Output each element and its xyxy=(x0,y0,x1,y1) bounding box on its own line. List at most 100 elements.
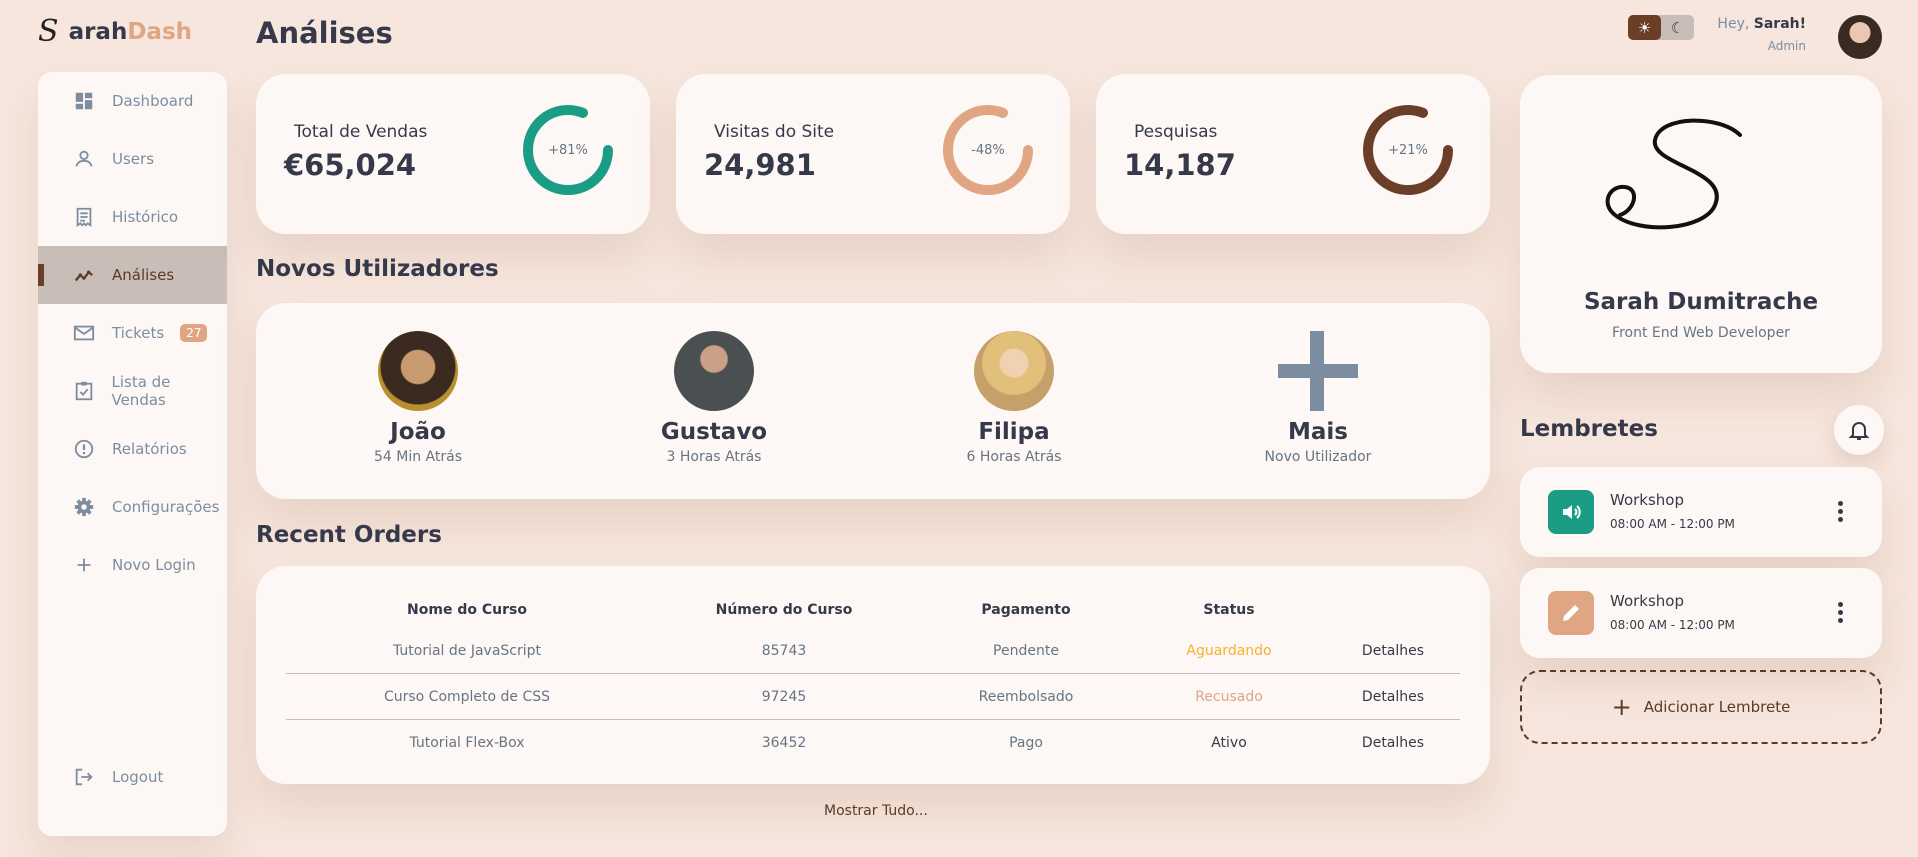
inventory-icon xyxy=(72,379,95,403)
dashboard-icon xyxy=(72,89,96,113)
reminder-item[interactable]: Workshop 08:00 AM - 12:00 PM xyxy=(1520,467,1882,557)
sidebar-item-label: Dashboard xyxy=(112,92,194,110)
sidebar-item-label: Análises xyxy=(112,266,175,284)
show-all-link[interactable]: Mostrar Tudo... xyxy=(824,803,928,819)
reminder-title: Workshop xyxy=(1610,592,1685,610)
reminder-title: Workshop xyxy=(1610,491,1685,509)
more-vert-icon[interactable] xyxy=(1838,501,1844,525)
status-badge: Recusado xyxy=(1132,674,1326,720)
payment-status: Pago xyxy=(1009,735,1043,751)
new-user-filipa[interactable]: Filipa 6 Horas Atrás xyxy=(914,331,1114,465)
reminder-item[interactable]: Workshop 08:00 AM - 12:00 PM xyxy=(1520,568,1882,658)
new-user-joao[interactable]: João 54 Min Atrás xyxy=(318,331,518,465)
receipt-icon xyxy=(72,205,96,229)
logout-label: Logout xyxy=(112,768,164,786)
signature-logo xyxy=(1605,118,1742,230)
user-time: 54 Min Atrás xyxy=(373,449,462,465)
sun-icon[interactable]: ☀ xyxy=(1628,15,1661,40)
stat-percent: +21% xyxy=(1388,142,1428,158)
sidebar-item-label: Relatórios xyxy=(112,440,187,458)
profile-card: Sarah Dumitrache Front End Web Developer xyxy=(1520,75,1882,373)
sidebar-item-label: Tickets xyxy=(112,324,165,342)
table-row: Tutorial Flex-Box 36452 Pago Ativo Detal… xyxy=(286,720,1460,766)
user-role: Admin xyxy=(1767,39,1806,53)
recent-orders-card: Nome do Curso Número do Curso Pagamento … xyxy=(256,566,1490,784)
page-title: Análises xyxy=(256,16,393,50)
column-header xyxy=(1326,592,1460,628)
more-label: Mais xyxy=(1288,419,1348,445)
greeting: Hey, Sarah! xyxy=(1717,16,1806,32)
details-link[interactable]: Detalhes xyxy=(1326,628,1460,674)
logo-text: arahDash xyxy=(68,18,193,45)
sidebar-item-tickets[interactable]: Tickets 27 xyxy=(38,304,227,362)
tickets-count-badge: 27 xyxy=(180,324,208,342)
insights-icon xyxy=(72,263,96,287)
stat-label: Visitas do Site xyxy=(714,122,835,142)
add-reminder-label: Adicionar Lembrete xyxy=(1643,698,1791,716)
stat-value: 14,187 xyxy=(1124,148,1236,182)
user-name: Gustavo xyxy=(660,419,768,445)
column-header: Status xyxy=(1203,602,1255,618)
course-number: 85743 xyxy=(648,628,920,674)
orders-table: Nome do Curso Número do Curso Pagamento … xyxy=(286,592,1460,766)
stat-value: 24,981 xyxy=(704,148,816,182)
moon-icon[interactable]: ☾ xyxy=(1661,15,1694,40)
stat-label: Pesquisas xyxy=(1134,122,1218,142)
stat-card-sales: Total de Vendas €65,024 +81% xyxy=(256,74,650,234)
add-reminder-button[interactable]: + Adicionar Lembrete xyxy=(1520,670,1882,744)
volume-icon xyxy=(1548,490,1594,534)
logout-button[interactable]: Logout xyxy=(38,748,227,806)
new-user-gustavo[interactable]: Gustavo 3 Horas Atrás xyxy=(614,331,814,465)
course-name: Tutorial Flex-Box xyxy=(409,735,525,751)
avatar xyxy=(378,331,458,411)
reminder-time: 08:00 AM - 12:00 PM xyxy=(1610,517,1735,531)
add-new-user[interactable]: Mais Novo Utilizador xyxy=(1218,331,1418,465)
user-name: João xyxy=(390,419,446,445)
stat-percent: -48% xyxy=(971,142,1005,158)
table-row: Curso Completo de CSS 97245 Reembolsado … xyxy=(286,674,1460,720)
stat-card-searches: Pesquisas 14,187 +21% xyxy=(1096,74,1490,234)
table-header-row: Nome do Curso Número do Curso Pagamento … xyxy=(286,592,1460,628)
app-logo: S arahDash xyxy=(38,14,192,49)
details-link[interactable]: Detalhes xyxy=(1326,674,1460,720)
sidebar-item-configuracoes[interactable]: Configurações xyxy=(38,478,227,536)
payment-status: Pendente xyxy=(920,628,1132,674)
sidebar-item-dashboard[interactable]: Dashboard xyxy=(38,72,227,130)
reminders-title: Lembretes xyxy=(1520,416,1658,442)
sidebar-item-lista-de-vendas[interactable]: Lista de Vendas xyxy=(38,362,227,420)
stat-value: €65,024 xyxy=(284,148,417,182)
sidebar-item-label: Histórico xyxy=(112,208,179,226)
column-header: Número do Curso xyxy=(715,602,853,618)
new-users-title: Novos Utilizadores xyxy=(256,256,499,282)
sidebar-item-relatorios[interactable]: Relatórios xyxy=(38,420,227,478)
status-badge: Aguardando xyxy=(1132,628,1326,674)
sidebar: Dashboard Users Histórico Análises Ticke… xyxy=(38,72,227,836)
course-name: Tutorial de JavaScript xyxy=(286,628,648,674)
settings-icon xyxy=(72,495,96,519)
details-link[interactable]: Detalhes xyxy=(1326,720,1460,766)
theme-toggle[interactable]: ☀ ☾ xyxy=(1628,15,1694,40)
sidebar-item-label: Novo Login xyxy=(112,556,196,574)
report-icon xyxy=(72,437,96,461)
bell-icon[interactable] xyxy=(1834,405,1884,455)
plus-icon: + xyxy=(1611,693,1632,721)
plus-icon xyxy=(1278,331,1358,411)
more-vert-icon[interactable] xyxy=(1838,602,1844,626)
status-badge: Ativo xyxy=(1211,735,1247,751)
user-name: Filipa xyxy=(978,419,1050,445)
sidebar-item-analises[interactable]: Análises xyxy=(38,246,227,304)
sidebar-item-historico[interactable]: Histórico xyxy=(38,188,227,246)
sidebar-item-users[interactable]: Users xyxy=(38,130,227,188)
user-name: Sarah! xyxy=(1753,16,1806,32)
profile-role: Front End Web Developer xyxy=(1612,325,1790,341)
add-icon xyxy=(72,553,96,577)
new-users-card: João 54 Min Atrás Gustavo 3 Horas Atrás … xyxy=(256,303,1490,499)
profile-name: Sarah Dumitrache xyxy=(1583,289,1819,315)
sidebar-item-label: Users xyxy=(112,150,155,168)
recent-orders-title: Recent Orders xyxy=(256,522,442,548)
course-number: 36452 xyxy=(761,735,807,751)
avatar[interactable] xyxy=(1838,15,1882,59)
stat-percent: +81% xyxy=(548,142,588,158)
sidebar-item-label: Lista de Vendas xyxy=(111,373,171,409)
sidebar-item-novo-login[interactable]: Novo Login xyxy=(38,536,227,594)
